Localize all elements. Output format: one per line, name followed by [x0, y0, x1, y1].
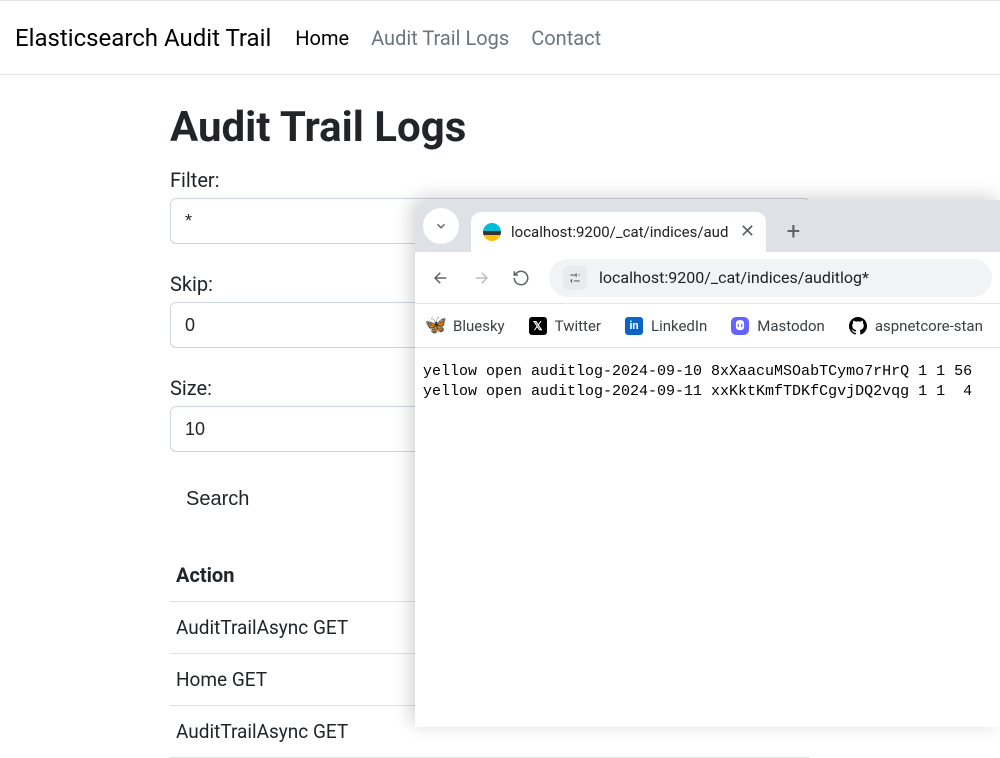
arrow-right-icon — [472, 269, 490, 287]
github-icon — [849, 317, 867, 335]
x-icon: 𝕏 — [529, 317, 547, 335]
reload-icon — [512, 269, 530, 287]
bookmark-twitter[interactable]: 𝕏 Twitter — [529, 317, 601, 335]
bookmark-label: Twitter — [555, 317, 601, 335]
navbar: Elasticsearch Audit Trail Home Audit Tra… — [0, 1, 1000, 75]
bookmark-label: aspnetcore-stan — [875, 317, 983, 335]
forward-button[interactable] — [463, 260, 499, 296]
chevron-down-icon — [434, 219, 448, 233]
bluesky-icon: 🦋 — [427, 317, 445, 335]
address-bar[interactable]: localhost:9200/_cat/indices/auditlog* — [549, 259, 992, 297]
linkedin-icon: in — [625, 317, 643, 335]
browser-toolbar: localhost:9200/_cat/indices/auditlog* — [415, 252, 1000, 304]
reload-button[interactable] — [503, 260, 539, 296]
bookmark-linkedin[interactable]: in LinkedIn — [625, 317, 707, 335]
page-title: Audit Trail Logs — [170, 103, 810, 152]
elastic-favicon-icon — [483, 223, 501, 241]
back-button[interactable] — [423, 260, 459, 296]
browser-window: localhost:9200/_cat/indices/aud ✕ + loca… — [415, 200, 1000, 727]
nav-link-contact[interactable]: Contact — [531, 26, 601, 50]
nav-link-home[interactable]: Home — [295, 26, 349, 50]
tune-icon — [568, 271, 582, 285]
new-tab-button[interactable]: + — [776, 214, 810, 248]
search-button[interactable]: Search — [176, 480, 259, 519]
bookmark-label: LinkedIn — [651, 317, 707, 335]
mastodon-icon — [731, 317, 749, 335]
bookmark-github[interactable]: aspnetcore-stan — [849, 317, 983, 335]
tab-title: localhost:9200/_cat/indices/aud — [511, 223, 728, 241]
response-line: yellow open auditlog-2024-09-10 8xXaacuM… — [423, 363, 972, 380]
bookmark-label: Mastodon — [757, 317, 825, 335]
brand[interactable]: Elasticsearch Audit Trail — [15, 24, 271, 52]
bookmarks-bar: 🦋 Bluesky 𝕏 Twitter in LinkedIn Mastodon… — [415, 304, 1000, 348]
bookmark-label: Bluesky — [453, 317, 505, 335]
response-line: yellow open auditlog-2024-09-11 xxKktKmf… — [423, 383, 972, 400]
nav-link-audit[interactable]: Audit Trail Logs — [371, 26, 509, 50]
bookmark-mastodon[interactable]: Mastodon — [731, 317, 825, 335]
browser-tab[interactable]: localhost:9200/_cat/indices/aud ✕ — [471, 212, 766, 252]
site-info-button[interactable] — [563, 266, 587, 290]
url-text: localhost:9200/_cat/indices/auditlog* — [599, 268, 869, 287]
nav-links: Home Audit Trail Logs Contact — [295, 26, 601, 50]
bookmark-bluesky[interactable]: 🦋 Bluesky — [427, 317, 505, 335]
tab-search-button[interactable] — [423, 208, 459, 244]
response-body: yellow open auditlog-2024-09-10 8xXaacuM… — [415, 348, 1000, 727]
tab-close-button[interactable]: ✕ — [738, 223, 756, 241]
arrow-left-icon — [432, 269, 450, 287]
filter-label: Filter: — [170, 168, 810, 192]
tabstrip: localhost:9200/_cat/indices/aud ✕ + — [415, 200, 1000, 252]
